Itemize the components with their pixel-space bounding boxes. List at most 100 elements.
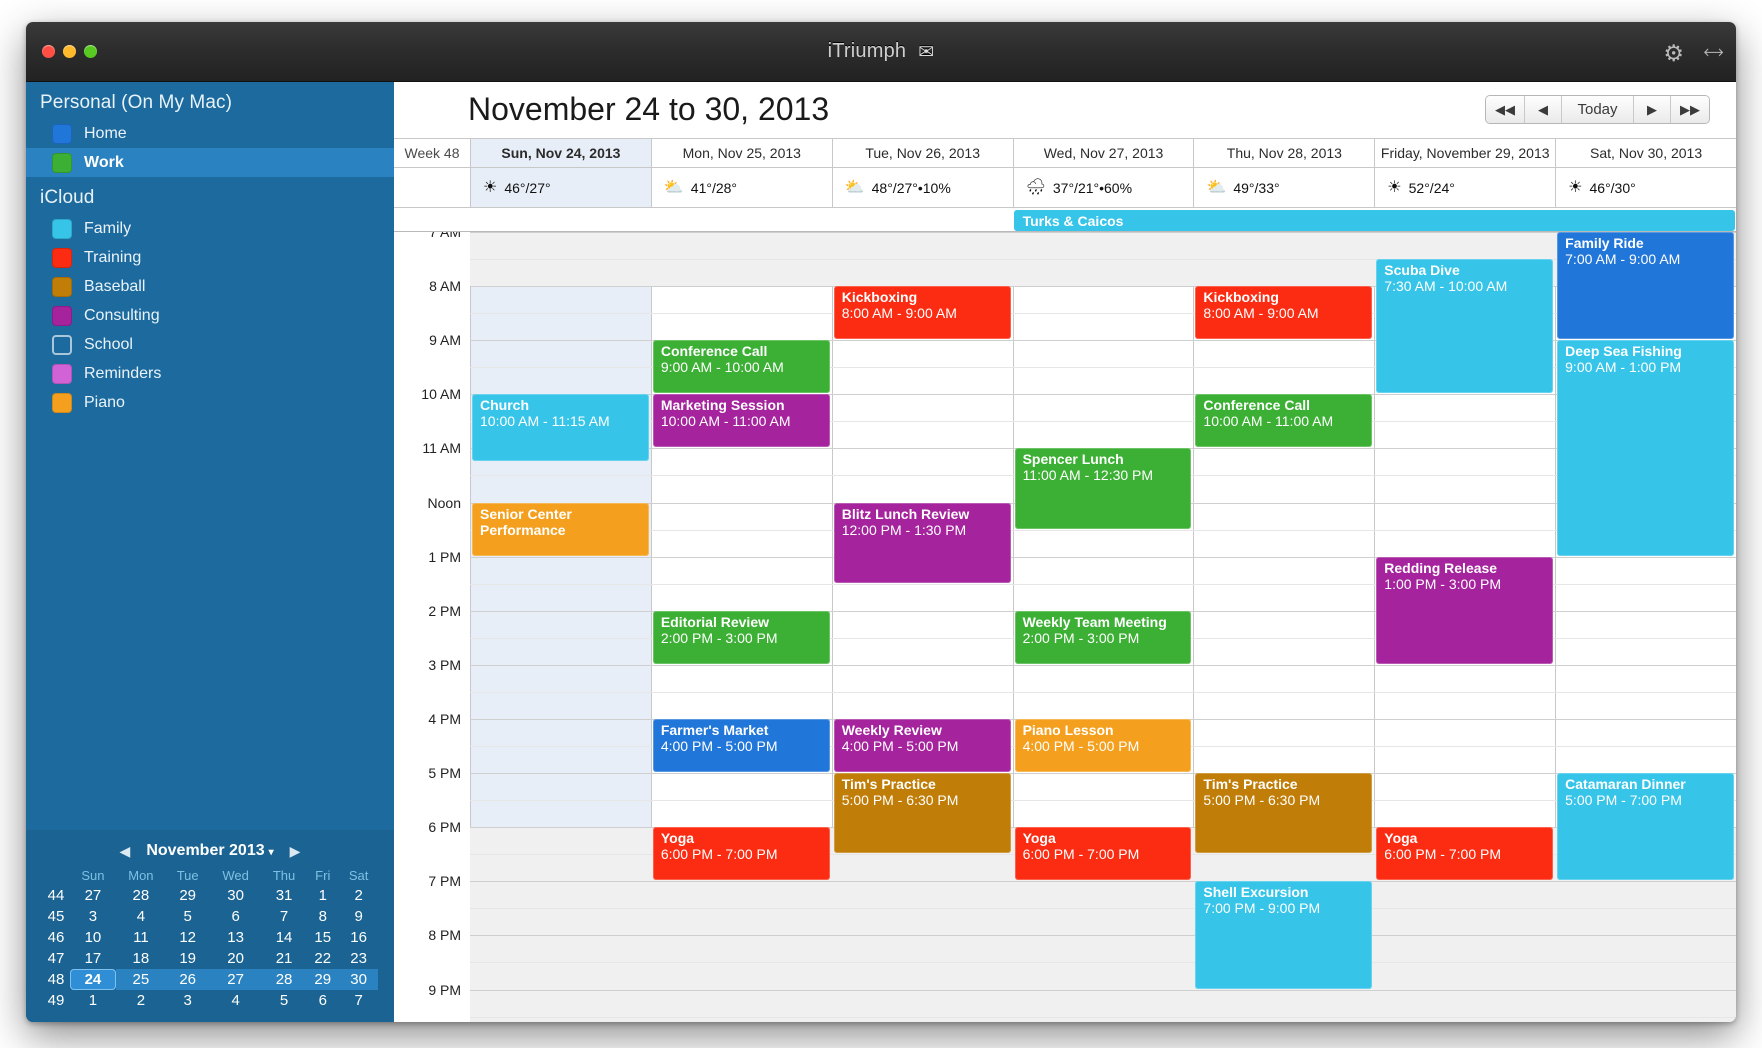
gear-icon[interactable]: ⚙ xyxy=(1663,40,1684,67)
calendar-event[interactable]: Tim's Practice 5:00 PM - 6:30 PM xyxy=(1195,773,1373,854)
mini-day-cell[interactable]: 1 xyxy=(70,990,116,1011)
mini-prev-month-icon[interactable]: ◀ xyxy=(120,843,131,860)
prev-fast-button[interactable]: ◀◀ xyxy=(1486,96,1525,123)
mini-day-cell[interactable]: 28 xyxy=(261,969,307,990)
event-time: 10:00 AM - 11:15 AM xyxy=(480,413,610,430)
time-label: 8 PM xyxy=(428,927,461,944)
calendar-event[interactable]: Blitz Lunch Review 12:00 PM - 1:30 PM xyxy=(833,502,1011,583)
sidebar-item-work[interactable]: Work xyxy=(26,148,394,177)
mini-day-cell[interactable]: 23 xyxy=(339,948,378,969)
mini-day-cell[interactable]: 27 xyxy=(209,969,262,990)
calendar-event[interactable]: Farmer's Market 4:00 PM - 5:00 PM xyxy=(652,718,830,773)
mini-day-cell[interactable]: 20 xyxy=(209,948,261,969)
calendar-event[interactable]: Weekly Review 4:00 PM - 5:00 PM xyxy=(833,718,1011,773)
mini-day-cell[interactable]: 2 xyxy=(116,990,166,1011)
mini-day-cell[interactable]: 13 xyxy=(209,927,261,948)
day-header[interactable]: Sat, Nov 30, 2013 xyxy=(1555,139,1736,167)
calendar-event[interactable]: Spencer Lunch 11:00 AM - 12:30 PM xyxy=(1014,448,1192,529)
mini-day-cell[interactable]: 19 xyxy=(166,948,209,969)
mini-day-cell[interactable]: 8 xyxy=(306,906,339,927)
mini-day-cell[interactable]: 29 xyxy=(166,885,209,906)
all-day-event[interactable]: Turks & Caicos xyxy=(1013,210,1735,231)
calendar-event[interactable]: Deep Sea Fishing 9:00 AM - 1:00 PM xyxy=(1557,340,1734,556)
calendar-event[interactable]: Yoga 6:00 PM - 7:00 PM xyxy=(652,827,830,881)
calendar-event[interactable]: Redding Release 1:00 PM - 3:00 PM xyxy=(1376,556,1554,664)
mini-day-cell[interactable]: 18 xyxy=(116,948,166,969)
prev-button[interactable]: ◀ xyxy=(1525,96,1562,123)
event-title: Tim's Practice xyxy=(1203,776,1298,793)
calendar-event[interactable]: Yoga 6:00 PM - 7:00 PM xyxy=(1014,827,1192,881)
mini-day-cell[interactable]: 14 xyxy=(262,927,306,948)
calendar-event[interactable]: Shell Excursion 7:00 PM - 9:00 PM xyxy=(1195,881,1373,989)
sidebar-item-school[interactable]: School xyxy=(26,330,394,359)
mini-day-cell[interactable]: 1 xyxy=(306,885,339,906)
sidebar-item-family[interactable]: Family xyxy=(26,214,394,243)
calendar-event[interactable]: Piano Lesson 4:00 PM - 5:00 PM xyxy=(1014,718,1192,773)
calendar-event[interactable]: Senior Center Performance xyxy=(472,502,649,556)
calendar-event[interactable]: Weekly Team Meeting 2:00 PM - 3:00 PM xyxy=(1014,610,1192,664)
mini-day-cell[interactable]: 30 xyxy=(209,885,261,906)
event-title: Tim's Practice xyxy=(841,776,936,793)
mini-day-cell[interactable]: 21 xyxy=(262,948,306,969)
next-fast-button[interactable]: ▶▶ xyxy=(1671,96,1709,123)
mini-day-cell[interactable]: 9 xyxy=(339,906,378,927)
mini-day-cell[interactable]: 30 xyxy=(339,969,378,990)
calendar-event[interactable]: Family Ride 7:00 AM - 9:00 AM xyxy=(1557,232,1734,340)
mini-day-cell[interactable]: 11 xyxy=(116,927,166,948)
mini-day-cell[interactable]: 2 xyxy=(339,885,378,906)
mini-day-cell[interactable]: 22 xyxy=(306,948,339,969)
next-button[interactable]: ▶ xyxy=(1634,96,1671,123)
mini-day-cell[interactable]: 28 xyxy=(116,885,166,906)
calendar-event[interactable]: Kickboxing 8:00 AM - 9:00 AM xyxy=(833,286,1011,340)
sidebar-item-consulting[interactable]: Consulting xyxy=(26,301,394,330)
navigation-controls[interactable]: ◀◀ ◀ Today ▶ ▶▶ xyxy=(1485,95,1710,124)
calendar-event[interactable]: Conference Call 9:00 AM - 10:00 AM xyxy=(652,340,830,394)
sidebar-item-baseball[interactable]: Baseball xyxy=(26,272,394,301)
mini-day-cell[interactable]: 25 xyxy=(115,969,166,990)
mini-day-cell[interactable]: 17 xyxy=(70,948,116,969)
mini-day-cell[interactable]: 6 xyxy=(209,906,261,927)
calendar-event[interactable]: Marketing Session 10:00 AM - 11:00 AM xyxy=(652,394,830,448)
mini-day-cell[interactable]: 29 xyxy=(306,969,340,990)
mini-day-cell[interactable]: 5 xyxy=(166,906,209,927)
mini-calendar-title[interactable]: November 2013 ▾ xyxy=(146,842,273,860)
mini-next-month-icon[interactable]: ▶ xyxy=(290,843,301,860)
mini-day-cell[interactable]: 4 xyxy=(209,990,261,1011)
mini-day-cell[interactable]: 26 xyxy=(165,969,210,990)
mini-day-cell[interactable]: 7 xyxy=(262,906,306,927)
today-button[interactable]: Today xyxy=(1562,96,1634,123)
mini-day-cell[interactable]: 4 xyxy=(116,906,166,927)
mini-day-cell[interactable]: 15 xyxy=(306,927,339,948)
mini-day-cell[interactable]: 12 xyxy=(166,927,209,948)
day-header[interactable]: Mon, Nov 25, 2013 xyxy=(650,139,832,167)
sidebar-item-piano[interactable]: Piano xyxy=(26,388,394,417)
sidebar-item-home[interactable]: Home xyxy=(26,119,394,148)
mini-day-cell[interactable]: 3 xyxy=(166,990,209,1011)
mini-day-cell[interactable]: 31 xyxy=(262,885,306,906)
sidebar-item-reminders[interactable]: Reminders xyxy=(26,359,394,388)
mini-day-cell[interactable]: 5 xyxy=(262,990,306,1011)
mini-day-cell[interactable]: 3 xyxy=(70,906,116,927)
day-header[interactable]: Friday, November 29, 2013 xyxy=(1374,139,1555,167)
calendar-event[interactable]: Conference Call 10:00 AM - 11:00 AM xyxy=(1195,394,1373,448)
mini-day-cell[interactable]: 27 xyxy=(70,885,116,906)
calendar-event[interactable]: Church 10:00 AM - 11:15 AM xyxy=(472,394,649,461)
mini-day-cell[interactable]: 10 xyxy=(70,927,116,948)
calendar-event[interactable]: Yoga 6:00 PM - 7:00 PM xyxy=(1376,827,1554,881)
day-header[interactable]: Wed, Nov 27, 2013 xyxy=(1012,139,1194,167)
calendar-event[interactable]: Editorial Review 2:00 PM - 3:00 PM xyxy=(652,610,830,664)
calendar-event[interactable]: Tim's Practice 5:00 PM - 6:30 PM xyxy=(833,773,1011,854)
calendar-color-swatch xyxy=(52,392,72,413)
day-header[interactable]: Sun, Nov 24, 2013 xyxy=(470,139,651,167)
event-time: 6:00 PM - 7:00 PM xyxy=(660,846,778,863)
day-header[interactable]: Tue, Nov 26, 2013 xyxy=(831,139,1013,167)
day-header[interactable]: Thu, Nov 28, 2013 xyxy=(1193,139,1374,167)
calendar-event[interactable]: Catamaran Dinner 5:00 PM - 7:00 PM xyxy=(1557,773,1734,881)
calendar-event[interactable]: Kickboxing 8:00 AM - 9:00 AM xyxy=(1195,286,1373,340)
mini-day-cell[interactable]: 24 xyxy=(70,969,116,990)
mini-day-cell[interactable]: 7 xyxy=(339,990,378,1011)
sidebar-item-training[interactable]: Training xyxy=(26,243,394,272)
calendar-event[interactable]: Scuba Dive 7:30 AM - 10:00 AM xyxy=(1376,259,1554,394)
mini-day-cell[interactable]: 16 xyxy=(339,927,378,948)
mini-day-cell[interactable]: 6 xyxy=(306,990,339,1011)
